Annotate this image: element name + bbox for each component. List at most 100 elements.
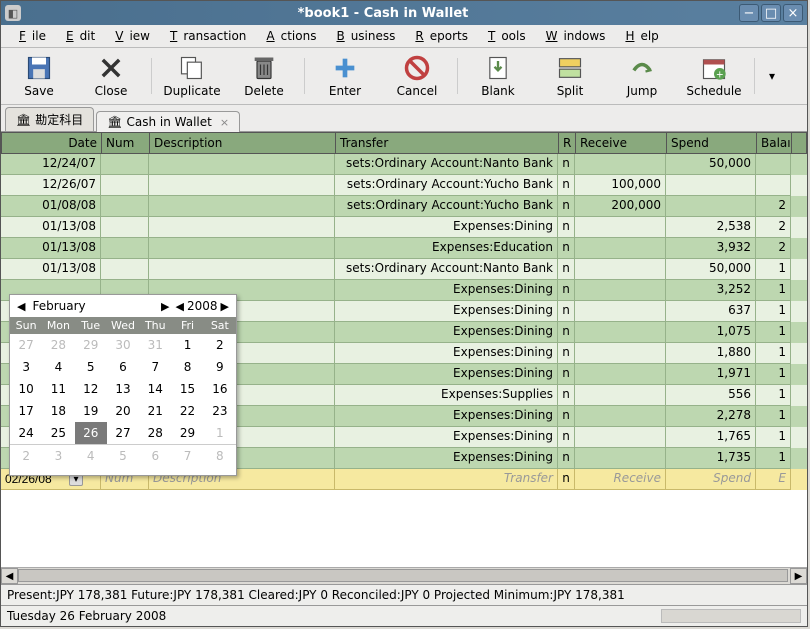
calendar-day[interactable]: 4 [75, 445, 107, 467]
calendar-day[interactable]: 13 [107, 378, 139, 400]
prev-year-button[interactable]: ◀ [173, 300, 187, 313]
cell-spend[interactable]: 1,075 [666, 322, 756, 343]
menu-reports[interactable]: Reports [403, 27, 474, 45]
cell-reconcile[interactable]: n [558, 448, 575, 469]
cell-desc[interactable] [149, 154, 335, 175]
cell-spend[interactable]: 2,538 [666, 217, 756, 238]
cell-balance[interactable]: 1 [756, 427, 791, 448]
cell-reconcile[interactable]: n [558, 175, 575, 196]
calendar-day[interactable]: 3 [42, 445, 74, 467]
cell-transfer[interactable]: sets:Ordinary Account:Yucho Bank [335, 175, 558, 196]
cell-receive[interactable] [575, 154, 666, 175]
cell-receive[interactable] [575, 217, 666, 238]
table-row[interactable]: 12/24/07sets:Ordinary Account:Nanto Bank… [1, 154, 807, 175]
cell-balance[interactable]: 1 [756, 322, 791, 343]
calendar-day[interactable]: 29 [75, 334, 107, 356]
calendar-day[interactable]: 5 [107, 445, 139, 467]
header-transfer[interactable]: Transfer [336, 133, 559, 153]
cell-balance[interactable]: 1 [756, 406, 791, 427]
cell-desc[interactable] [149, 196, 335, 217]
cell-date[interactable]: 12/26/07 [1, 175, 101, 196]
calendar-day[interactable]: 23 [204, 400, 236, 422]
cell-balance[interactable]: 2 [756, 196, 791, 217]
cell-reconcile[interactable]: n [558, 217, 575, 238]
cell-num[interactable] [101, 238, 149, 259]
cell-reconcile[interactable]: n [558, 301, 575, 322]
cell-reconcile[interactable]: n [558, 259, 575, 280]
menu-transaction[interactable]: Transaction [158, 27, 252, 45]
cell-receive[interactable] [575, 448, 666, 469]
calendar-day[interactable]: 6 [139, 445, 171, 467]
cell-balance[interactable]: 1 [756, 343, 791, 364]
calendar-day[interactable]: 2 [204, 334, 236, 356]
table-row[interactable]: 01/13/08Expenses:Educationn3,9322 [1, 238, 807, 259]
cell-num[interactable] [101, 175, 149, 196]
cell-reconcile[interactable]: n [558, 469, 575, 490]
titlebar[interactable]: ◧ *book1 - Cash in Wallet − □ × [1, 1, 807, 25]
maximize-button[interactable]: □ [761, 4, 781, 22]
enter-button[interactable]: Enter [313, 52, 377, 100]
cell-receive[interactable] [575, 364, 666, 385]
cell-receive[interactable]: Receive [575, 469, 666, 490]
next-year-button[interactable]: ▶ [218, 300, 232, 313]
schedule-button[interactable]: +Schedule [682, 52, 746, 100]
header-receive[interactable]: Receive [576, 133, 667, 153]
cell-transfer[interactable]: Expenses:Dining [335, 406, 558, 427]
cell-receive[interactable] [575, 343, 666, 364]
cell-receive[interactable]: 200,000 [575, 196, 666, 217]
cell-spend[interactable]: 556 [666, 385, 756, 406]
prev-month-button[interactable]: ◀ [14, 300, 28, 313]
calendar-day[interactable]: 21 [139, 400, 171, 422]
cell-date[interactable]: 12/24/07 [1, 154, 101, 175]
table-row[interactable]: 01/08/08sets:Ordinary Account:Yucho Bank… [1, 196, 807, 217]
calendar-day[interactable]: 8 [204, 445, 236, 467]
calendar-day[interactable]: 11 [42, 378, 74, 400]
cell-spend[interactable]: 3,932 [666, 238, 756, 259]
cell-transfer[interactable]: Expenses:Dining [335, 448, 558, 469]
calendar-day[interactable]: 25 [42, 422, 74, 444]
cell-spend[interactable]: 1,880 [666, 343, 756, 364]
horizontal-scrollbar[interactable]: ◀ ▶ [1, 567, 807, 584]
calendar-day[interactable]: 19 [75, 400, 107, 422]
duplicate-button[interactable]: Duplicate [160, 52, 224, 100]
cell-reconcile[interactable]: n [558, 364, 575, 385]
calendar-day[interactable]: 12 [75, 378, 107, 400]
calendar-day[interactable]: 26 [75, 422, 107, 444]
cell-desc[interactable] [149, 175, 335, 196]
cell-reconcile[interactable]: n [558, 196, 575, 217]
cell-receive[interactable] [575, 301, 666, 322]
cell-spend[interactable]: 637 [666, 301, 756, 322]
calendar-day[interactable]: 29 [171, 422, 203, 444]
cell-balance[interactable] [756, 175, 791, 196]
calendar-day[interactable]: 1 [171, 334, 203, 356]
scroll-right-button[interactable]: ▶ [790, 568, 807, 584]
cell-balance[interactable]: 1 [756, 364, 791, 385]
jump-button[interactable]: Jump [610, 52, 674, 100]
calendar-day[interactable]: 1 [204, 422, 236, 444]
header-balance[interactable]: Balaı [757, 133, 792, 153]
cell-desc[interactable] [149, 238, 335, 259]
cell-transfer[interactable]: Expenses:Dining [335, 301, 558, 322]
cell-balance[interactable]: 2 [756, 217, 791, 238]
cell-date[interactable]: 01/13/08 [1, 259, 101, 280]
header-spend[interactable]: Spend [667, 133, 757, 153]
calendar-day[interactable]: 2 [10, 445, 42, 467]
cell-balance[interactable]: 1 [756, 280, 791, 301]
calendar-day[interactable]: 4 [42, 356, 74, 378]
cell-spend[interactable]: 1,971 [666, 364, 756, 385]
cell-transfer[interactable]: sets:Ordinary Account:Nanto Bank [335, 259, 558, 280]
table-row[interactable]: 01/13/08 sets:Ordinary Account:Nanto Bank… [1, 259, 807, 280]
cancel-button[interactable]: Cancel [385, 52, 449, 100]
cell-reconcile[interactable]: n [558, 280, 575, 301]
close-window-button[interactable]: × [783, 4, 803, 22]
cell-reconcile[interactable]: n [558, 427, 575, 448]
split-button[interactable]: Split [538, 52, 602, 100]
menu-edit[interactable]: Edit [54, 27, 101, 45]
menu-help[interactable]: Help [613, 27, 664, 45]
calendar-day[interactable]: 5 [75, 356, 107, 378]
menu-business[interactable]: Business [324, 27, 401, 45]
cell-transfer[interactable]: Expenses:Dining [335, 280, 558, 301]
cell-reconcile[interactable]: n [558, 406, 575, 427]
table-row[interactable]: 01/13/08Expenses:Diningn2,5382 [1, 217, 807, 238]
cell-num[interactable] [101, 259, 149, 280]
